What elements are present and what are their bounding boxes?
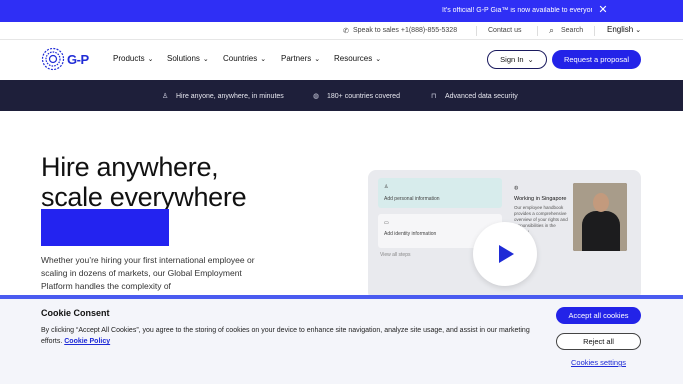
hero-title: Hire anywhere, scale everywhere (41, 152, 247, 212)
announcement-text[interactable]: It's official! G-P Gia™ is now available… (442, 7, 592, 14)
chevron-down-icon: ⌄ (635, 27, 642, 34)
hero-description: Whether you’re hiring your first interna… (41, 255, 255, 291)
logo-mark-icon (41, 47, 65, 71)
feature-item: ◍ 180+ countries covered (313, 92, 400, 100)
nav-resources[interactable]: Resources ⌄ (334, 54, 381, 63)
sign-in-button[interactable]: Sign In ⌄ (487, 50, 547, 69)
play-video-button[interactable] (473, 222, 537, 286)
chevron-down-icon: ⌄ (314, 56, 321, 63)
divider (476, 26, 477, 36)
language-select[interactable]: English ⌄ (607, 25, 641, 34)
contact-link[interactable]: Contact us (488, 27, 521, 34)
person-icon: ♙ (162, 93, 169, 100)
sign-in-label: Sign In (500, 55, 524, 64)
nav-solutions[interactable]: Solutions ⌄ (167, 54, 209, 63)
chevron-down-icon: ⌄ (527, 55, 534, 64)
chevron-down-icon: ⌄ (260, 56, 267, 63)
divider (537, 26, 538, 36)
chevron-down-icon: ⌄ (202, 56, 209, 63)
logo-wordmark: G-P (67, 52, 89, 67)
language-label: English (607, 25, 634, 34)
nav-label: Resources (334, 54, 373, 63)
photo-person-head (593, 193, 609, 212)
logo[interactable]: G-P (41, 47, 96, 71)
id-icon: ▭ (384, 220, 389, 226)
feature-label: Hire anyone, anywhere, in minutes (176, 93, 284, 100)
accept-all-cookies-button[interactable]: Accept all cookies (556, 307, 641, 324)
hero-title-line: Hire anywhere, (41, 152, 219, 182)
feature-item: ♙ Hire anyone, anywhere, in minutes (162, 92, 284, 100)
step-label: Add identity information (384, 231, 437, 237)
feature-label: Advanced data security (445, 93, 518, 100)
photo-person-body (582, 211, 620, 251)
nav-label: Partners (281, 54, 312, 63)
nav-label: Countries (223, 54, 258, 63)
hero-highlight-block (41, 209, 169, 246)
nav-countries[interactable]: Countries ⌄ (223, 54, 266, 63)
close-icon[interactable]: ✕ (598, 4, 608, 17)
feature-item: ⊓ Advanced data security (431, 92, 518, 100)
cookie-title: Cookie Consent (41, 308, 110, 318)
hero-title-line: scale everywhere (41, 182, 247, 212)
nav-label: Solutions (167, 54, 200, 63)
nav-partners[interactable]: Partners ⌄ (281, 54, 320, 63)
onboarding-step (378, 178, 502, 208)
nav-products[interactable]: Products ⌄ (113, 54, 153, 63)
employee-photo (573, 183, 627, 251)
feature-bar: ♙ Hire anyone, anywhere, in minutes ◍ 180+… (0, 80, 683, 111)
phone-icon: ✆ (343, 28, 349, 35)
cookie-policy-link[interactable]: Cookie Policy (64, 338, 110, 345)
lock-icon: ⊓ (431, 93, 437, 100)
feature-label: 180+ countries covered (327, 93, 400, 100)
cookie-description: By clicking “Accept All Cookies”, you ag… (41, 327, 530, 345)
globe-icon: ◍ (313, 93, 320, 100)
chevron-down-icon: ⌄ (147, 56, 154, 63)
cookie-settings-link[interactable]: Cookies settings (556, 358, 641, 372)
chevron-down-icon: ⌄ (375, 56, 382, 63)
cookie-text: By clicking “Accept All Cookies”, you ag… (41, 325, 531, 347)
user-icon: ♙ (384, 184, 389, 190)
info-card-title: Working in Singapore (514, 196, 567, 202)
divider (594, 26, 595, 36)
reject-all-button[interactable]: Reject all (556, 333, 641, 350)
nav-label: Products (113, 54, 145, 63)
globe-icon: ◍ (514, 185, 519, 191)
sales-phone-link[interactable]: Speak to sales +1(888)-855-5328 (353, 27, 457, 34)
play-icon (499, 245, 514, 263)
view-steps-link: View all steps (380, 252, 411, 258)
search-link[interactable]: Search (561, 27, 583, 34)
utility-bar: ✆ Speak to sales +1(888)-855-5328 Contac… (0, 22, 683, 40)
request-proposal-button[interactable]: Request a proposal (552, 50, 641, 69)
announcement-bar: It's official! G-P Gia™ is now available… (0, 0, 683, 22)
step-label: Add personal information (384, 196, 440, 202)
search-icon[interactable]: ⌕ (549, 25, 554, 36)
